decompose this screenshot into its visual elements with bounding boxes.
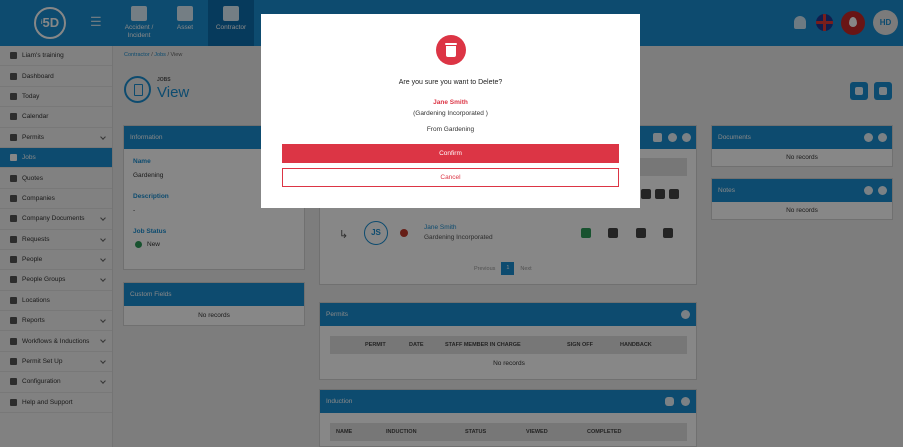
cancel-button[interactable]: Cancel	[282, 168, 619, 187]
confirm-button[interactable]: Confirm	[282, 144, 619, 163]
delete-target-name: Jane Smith	[433, 99, 468, 106]
delete-target-company: (Gardening Incorporated )	[413, 110, 488, 117]
delete-from-text: From Gardening	[426, 126, 475, 133]
trash-icon	[436, 35, 466, 65]
delete-question: Are you sure you want to Delete?	[398, 79, 503, 86]
delete-confirm-modal: Are you sure you want to Delete? Jane Sm…	[261, 14, 640, 208]
